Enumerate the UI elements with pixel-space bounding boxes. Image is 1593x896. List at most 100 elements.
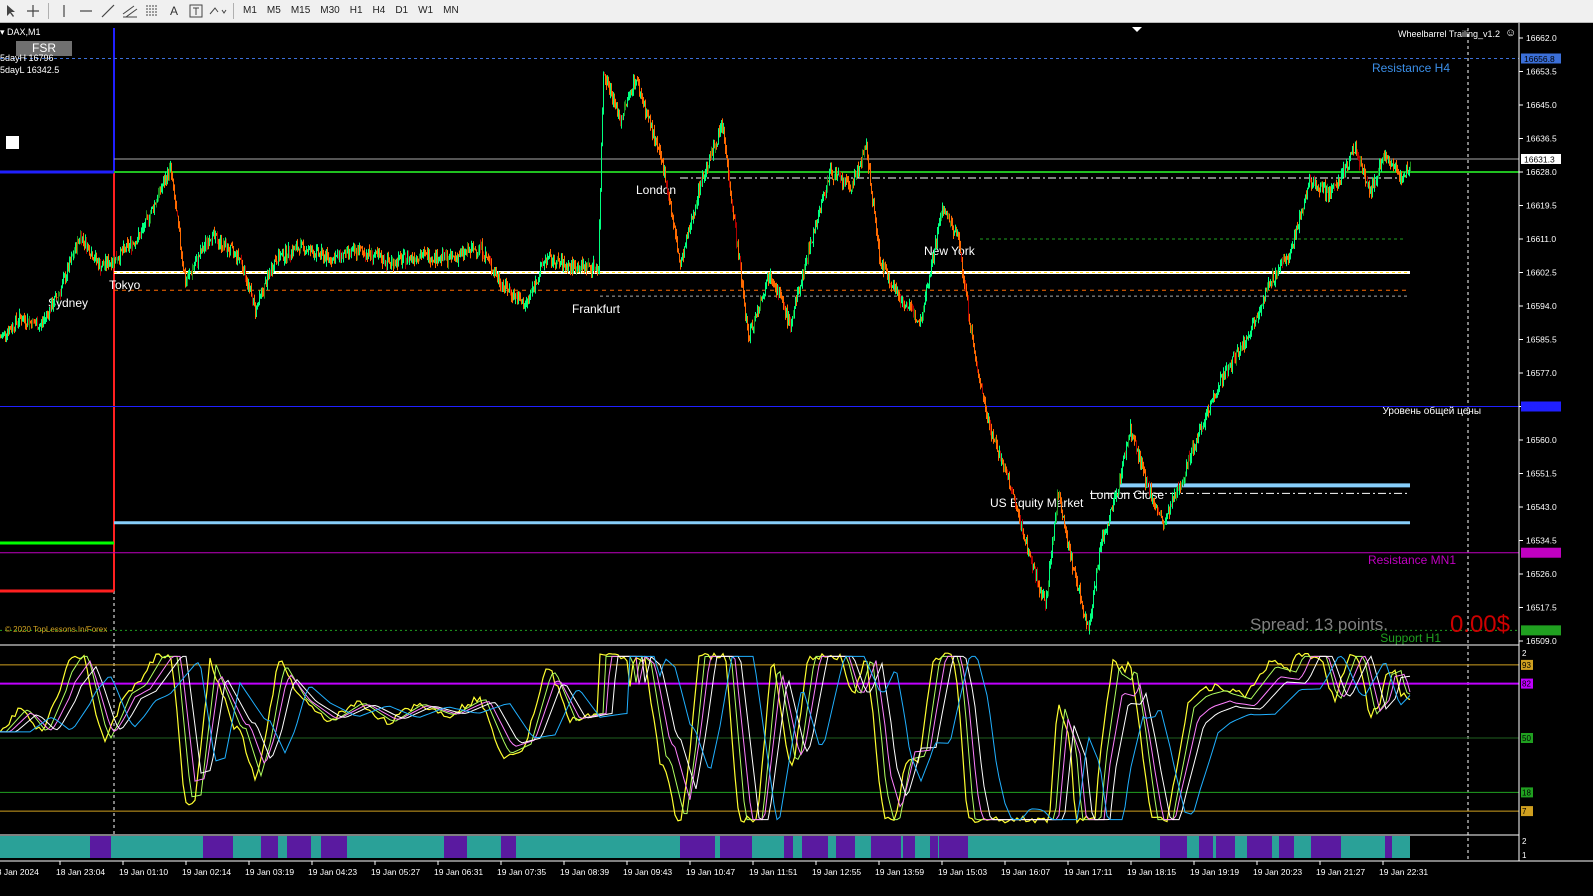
- trend-bar-segment: [203, 836, 233, 858]
- fibonacci-icon[interactable]: [141, 1, 163, 21]
- timeframe-m30[interactable]: M30: [315, 2, 344, 20]
- channel-icon[interactable]: [119, 1, 141, 21]
- trend-bar-segment: [287, 836, 311, 858]
- time-axis-label: 19 Jan 15:03: [938, 867, 987, 877]
- time-axis-label: 18 Jan 2024: [0, 867, 39, 877]
- price-axis-label: 16594.0: [1526, 301, 1557, 311]
- trend-bar-segment: [1385, 836, 1392, 858]
- price-axis-label: 16517.5: [1526, 603, 1557, 613]
- session-label-london: London: [636, 183, 676, 197]
- resistance-mn1-label: Resistance MN1: [1368, 553, 1456, 567]
- time-axis-label: 19 Jan 22:31: [1379, 867, 1428, 877]
- trend-bar-segment: [784, 836, 793, 858]
- time-axis-label: 19 Jan 10:47: [686, 867, 735, 877]
- trend-bar-segment: [871, 836, 901, 858]
- cursor-icon[interactable]: [0, 1, 22, 21]
- price-axis-label: 16636.5: [1526, 134, 1557, 144]
- time-axis-label: 19 Jan 05:27: [371, 867, 420, 877]
- chart-window[interactable]: Resistance H4 Уровень общей цены Resistanc…: [0, 23, 1593, 896]
- arrows-icon[interactable]: [207, 1, 229, 21]
- price-tag-text: 16531.4: [1524, 548, 1555, 558]
- toolbar: A M1 M5 M15 M30 H1 H4 D1 W1 MN: [0, 0, 1593, 23]
- osc-axis-label: 1: [1522, 851, 1527, 860]
- price-axis-label: 16619.5: [1526, 201, 1557, 211]
- trend-bar-segment: [1311, 836, 1341, 858]
- toolbar-separator: [48, 3, 49, 19]
- shift-marker-icon[interactable]: [1132, 27, 1142, 32]
- crosshair-icon[interactable]: [22, 1, 44, 21]
- timeframe-bar: M1 M5 M15 M30 H1 H4 D1 W1 MN: [238, 2, 464, 20]
- trend-bar-segment: [501, 836, 516, 858]
- time-axis-label: 19 Jan 13:59: [875, 867, 924, 877]
- time-axis-label: 19 Jan 04:23: [308, 867, 357, 877]
- time-axis-label: 19 Jan 17:11: [1064, 867, 1113, 877]
- price-tag-text: 16631.3: [1524, 154, 1555, 164]
- time-axis-label: 19 Jan 09:43: [623, 867, 672, 877]
- osc-axis-label: 93: [1522, 661, 1531, 670]
- price-chart: Resistance H4 Уровень общей цены Resistanc…: [0, 23, 1593, 877]
- price-axis-label: 16628.0: [1526, 167, 1557, 177]
- spread-label: Spread: 13 points.: [1250, 615, 1388, 634]
- time-axis-label: 19 Jan 18:15: [1127, 867, 1176, 877]
- support-h1-label: Support H1: [1380, 631, 1441, 645]
- osc-axis-label: 7: [1522, 807, 1527, 816]
- timeframe-d1[interactable]: D1: [390, 2, 413, 20]
- copyright-label: © 2020 TopLessons.In/Forex: [5, 625, 107, 634]
- trend-bar-segment: [90, 836, 111, 858]
- time-axis-label: 19 Jan 11:51: [749, 867, 798, 877]
- price-axis-label: 16653.5: [1526, 67, 1557, 77]
- trend-bar-segment: [1199, 836, 1213, 858]
- session-label-tokyo: Tokyo: [109, 278, 141, 292]
- price-tag-text: 16511.7: [1524, 626, 1554, 636]
- price-axis-label: 16509.0: [1526, 636, 1557, 646]
- trend-bar-segment: [1216, 836, 1235, 858]
- trendline-icon[interactable]: [97, 1, 119, 21]
- trend-bar-segment: [698, 836, 715, 858]
- trend-bar-segment: [903, 836, 915, 858]
- smiley-icon: ☺: [1505, 27, 1517, 39]
- osc-axis-label: 2: [1522, 649, 1527, 658]
- label-icon[interactable]: [185, 1, 207, 21]
- trend-bar-segment: [444, 836, 467, 858]
- timeframe-h1[interactable]: H1: [345, 2, 368, 20]
- timeframe-h4[interactable]: H4: [368, 2, 391, 20]
- trend-bar-segment: [939, 836, 968, 858]
- general-price-label: Уровень общей цены: [1382, 405, 1481, 417]
- trend-bar-segment: [1160, 836, 1187, 858]
- time-axis-label: 19 Jan 16:07: [1001, 867, 1050, 877]
- time-axis-label: 19 Jan 21:27: [1316, 867, 1365, 877]
- time-axis-label: 19 Jan 01:10: [119, 867, 168, 877]
- timeframe-mn[interactable]: MN: [438, 2, 464, 20]
- timeframe-m1[interactable]: M1: [238, 2, 262, 20]
- checkbox-icon[interactable]: [6, 136, 19, 149]
- price-axis-label: 16611.0: [1526, 234, 1556, 244]
- text-icon[interactable]: A: [163, 1, 185, 21]
- osc-axis-label: 2: [1522, 837, 1527, 846]
- profit-label: 0.00$: [1450, 611, 1510, 638]
- time-axis-label: 19 Jan 02:14: [182, 867, 231, 877]
- timeframe-w1[interactable]: W1: [413, 2, 438, 20]
- timeframe-m15[interactable]: M15: [286, 2, 315, 20]
- trend-bar-segment: [930, 836, 938, 858]
- five-day-high: 5dayH 16796: [0, 53, 54, 63]
- price-axis-label: 16560.0: [1526, 435, 1557, 445]
- trend-bar-segment: [802, 836, 828, 858]
- dropdown-arrow-icon[interactable]: ▾: [0, 27, 5, 37]
- five-day-low: 5dayL 16342.5: [0, 65, 60, 75]
- price-tag-text: 16568.5: [1524, 402, 1555, 412]
- time-axis-label: 19 Jan 06:31: [434, 867, 483, 877]
- timeframe-m5[interactable]: M5: [262, 2, 286, 20]
- time-axis-label: 18 Jan 23:04: [56, 867, 105, 877]
- time-axis-label: 19 Jan 12:55: [812, 867, 861, 877]
- trend-bar-segment: [321, 836, 347, 858]
- time-axis-label: 19 Jan 08:39: [560, 867, 609, 877]
- osc-axis-label: 50: [1522, 734, 1531, 743]
- vertical-line-icon[interactable]: [53, 1, 75, 21]
- horizontal-line-icon[interactable]: [75, 1, 97, 21]
- session-label-us-equity-market: US Equity Market: [990, 496, 1084, 510]
- trend-bar-segment: [720, 836, 752, 858]
- session-label-new-york: New York: [924, 244, 976, 258]
- symbol-label: ▾ DAX,M1: [0, 27, 41, 37]
- price-axis-label: 16585.5: [1526, 335, 1557, 345]
- time-axis-label: 19 Jan 03:19: [245, 867, 294, 877]
